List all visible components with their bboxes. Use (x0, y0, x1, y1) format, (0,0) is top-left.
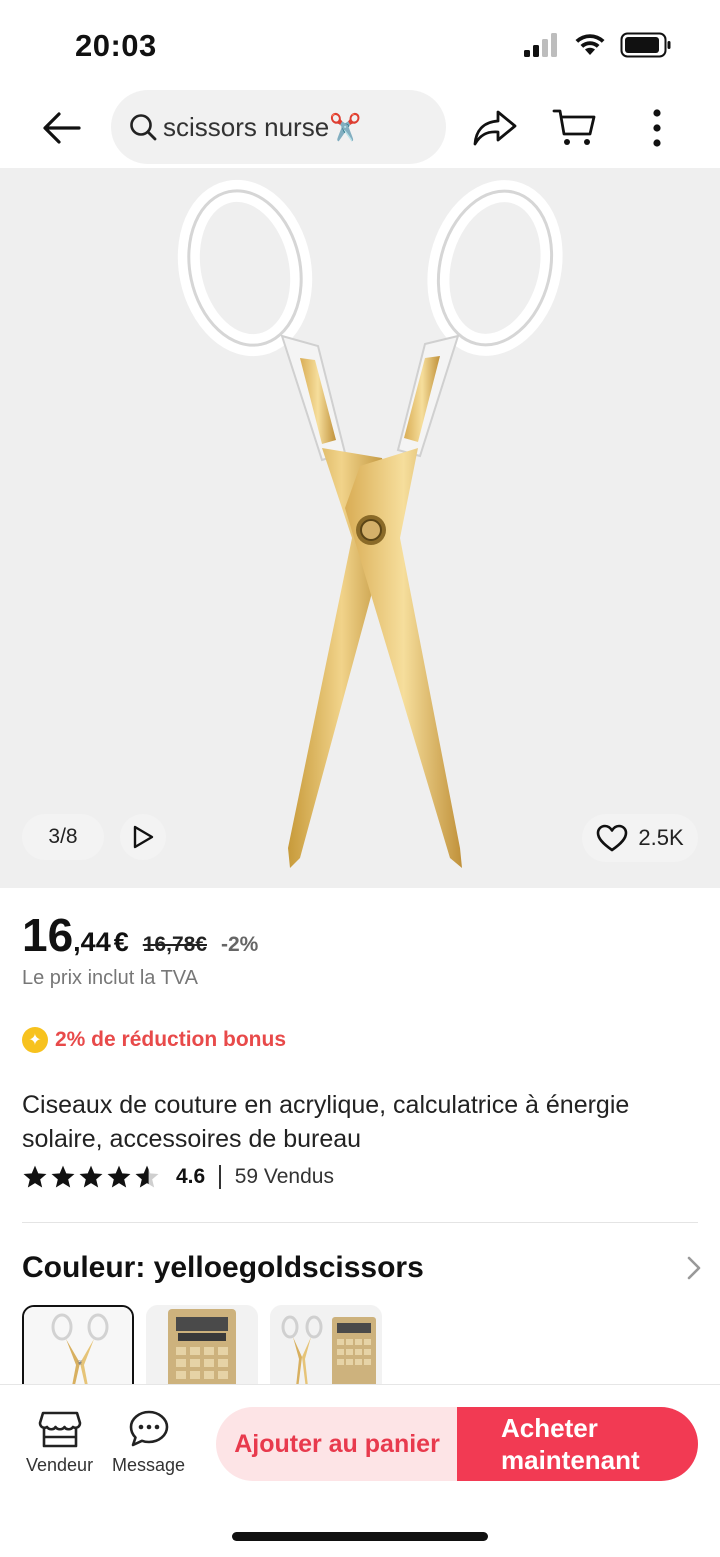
wishlist-button[interactable]: 2.5K (582, 814, 698, 862)
rating-row[interactable]: 4.6 59 Vendus (22, 1164, 334, 1190)
bonus-discount[interactable]: ✦ 2% de réduction bonus (22, 1027, 286, 1053)
message-label: Message (112, 1455, 186, 1475)
more-vertical-icon (653, 109, 661, 147)
search-input[interactable]: scissors nurse✂️ (111, 90, 446, 164)
status-icons (522, 32, 672, 58)
variant-thumb-set[interactable] (270, 1305, 382, 1385)
star-icon (51, 1165, 75, 1188)
cart-button[interactable] (550, 104, 600, 152)
play-icon (133, 825, 154, 849)
variant-label: Couleur: yelloegoldscissors (22, 1251, 424, 1284)
play-video-button[interactable] (120, 814, 166, 860)
more-options-button[interactable] (632, 104, 682, 152)
chevron-right-icon (687, 1256, 701, 1280)
variant-thumbnails: ❦ (22, 1305, 382, 1385)
search-query: scissors nurse✂️ (163, 111, 362, 142)
product-image-scissors (177, 179, 563, 868)
variant-thumb-calculator[interactable] (146, 1305, 258, 1385)
price: 16 ,44 € 16,78€ -2% (22, 908, 258, 962)
status-time: 20:03 (75, 28, 157, 63)
variant-thumb-scissors[interactable]: ❦ (22, 1305, 134, 1385)
variant-selector[interactable]: Couleur: yelloegoldscissors (22, 1246, 702, 1290)
add-to-cart-button[interactable]: Ajouter au panier (216, 1407, 458, 1481)
vat-note: Le prix inclut la TVA (22, 967, 199, 989)
top-nav: scissors nurse✂️ (0, 90, 720, 168)
divider (22, 1222, 698, 1223)
half-star-icon (135, 1165, 159, 1188)
star-icon (107, 1165, 131, 1188)
coin-icon: ✦ (22, 1027, 48, 1053)
chat-icon (129, 1410, 168, 1447)
battery-icon (620, 32, 671, 58)
bonus-text: 2% de réduction bonus (55, 1028, 287, 1051)
back-arrow-icon (43, 112, 81, 144)
buy-now-button[interactable]: Acheter maintenant (457, 1407, 698, 1481)
wifi-icon (575, 34, 605, 55)
back-button[interactable] (38, 106, 86, 150)
cart-icon (552, 109, 596, 145)
status-bar: 20:03 (0, 0, 720, 90)
price-decimal: ,44 (73, 927, 111, 957)
likes-count: 2.5K (638, 825, 684, 850)
calculator-thumbnail (146, 1305, 258, 1385)
heart-icon (597, 824, 628, 852)
set-thumbnail (270, 1305, 382, 1385)
discount-badge: -2% (220, 933, 259, 956)
star-icon (79, 1165, 103, 1188)
rating-value: 4.6 (176, 1165, 206, 1188)
scissors-thumbnail: ❦ (24, 1307, 132, 1385)
svg-text:❦: ❦ (77, 1359, 83, 1367)
image-counter: 3/8 (22, 814, 104, 860)
original-price: 16,78€ (142, 933, 207, 956)
price-currency: € (113, 927, 129, 957)
share-button[interactable] (470, 104, 520, 152)
product-image-gallery[interactable]: 3/8 2.5K (0, 168, 720, 888)
search-icon (129, 112, 159, 142)
product-title: Ciseaux de couture en acrylique, calcula… (22, 1091, 630, 1153)
separator (219, 1165, 221, 1189)
price-integer: 16 (22, 909, 74, 961)
share-icon (473, 110, 517, 146)
sold-count: 59 Vendus (234, 1165, 334, 1188)
vendor-button[interactable]: Vendeur (26, 1409, 93, 1476)
vendor-label: Vendeur (26, 1455, 94, 1475)
signal-icon (524, 33, 557, 57)
star-icon (23, 1165, 47, 1188)
rating-stars (22, 1164, 160, 1190)
store-icon (38, 1411, 81, 1448)
home-indicator[interactable] (232, 1532, 488, 1541)
message-button[interactable]: Message (112, 1409, 185, 1476)
